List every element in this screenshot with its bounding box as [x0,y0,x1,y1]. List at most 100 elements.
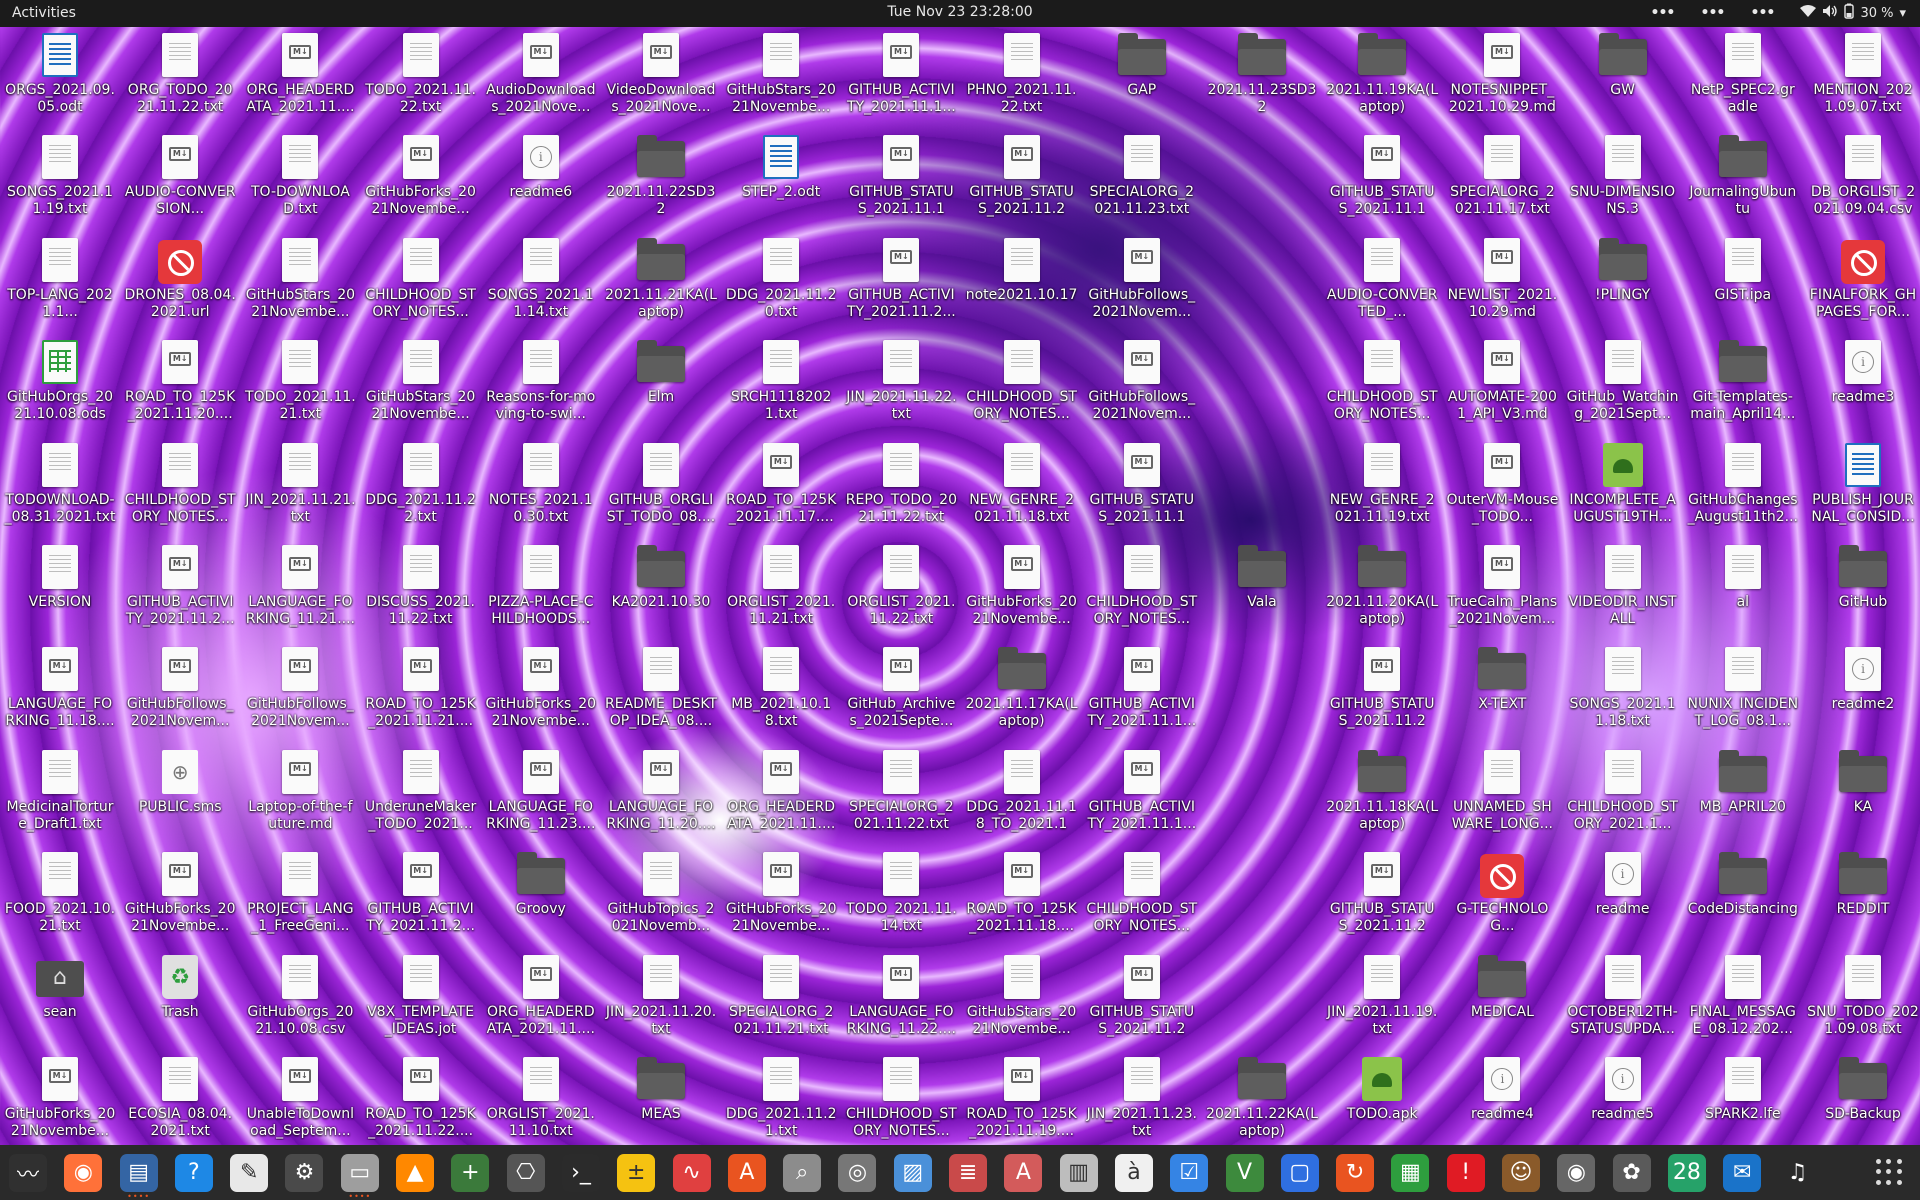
desktop-item[interactable]: M↓ UnableToDownload_Septem... [242,1051,358,1151]
desktop-item[interactable]: M↓ NOTESNIPPET_2021.10.29.md [1444,27,1560,127]
desktop-item[interactable]: M↓ ROAD_TO_125K_2021.11.21.... [363,641,479,741]
desktop-item[interactable]: CHILDHOOD_STORY_NOTES... [1084,846,1200,946]
desktop-item[interactable]: NOTES_2021.10.30.txt [483,437,599,537]
dock-app[interactable]: ≣ [946,1151,990,1195]
desktop-item[interactable]: ORGLIST_2021.11.22.txt [843,539,959,639]
desktop-item[interactable]: ECOSIA_08.04.2021.txt [122,1051,238,1151]
desktop-item[interactable]: GitHubStars_2021Novembe... [723,27,839,127]
desktop-item[interactable]: M↓ GitHubForks_2021Novembe... [723,846,839,946]
desktop-item[interactable]: M↓ GITHUB_STATUS_2021.11.21.... [1324,846,1440,946]
desktop-item[interactable]: readme [1565,846,1681,946]
desktop-item[interactable]: DISCUSS_2021.11.22.txt [363,539,479,639]
desktop-item[interactable]: M↓ GITHUB_ACTIVITY_2021.11.1... [1084,744,1200,844]
desktop-item[interactable]: SONGS_2021.11.19.txt [2,129,118,229]
desktop-item[interactable]: M↓ ORG_HEADERDATA_2021.11.... [483,949,599,1049]
dock-app[interactable]: A [1001,1151,1045,1195]
desktop-item[interactable]: X-TEXT [1444,641,1560,741]
dock-app[interactable]: ▭ •••• [338,1151,382,1200]
desktop-item[interactable]: M↓ Laptop-of-the-future.md [242,744,358,844]
desktop-item[interactable]: DDG_2021.11.20.txt [723,232,839,332]
desktop-item[interactable]: M↓ TrueCalm_Plans_2021Novem... [1444,539,1560,639]
dock-app[interactable]: ↻ [1333,1151,1377,1195]
desktop-item[interactable]: ORGLIST_2021.11.21.txt [723,539,839,639]
dock-app[interactable]: ◎ [835,1151,879,1195]
desktop-item[interactable]: JournalingUbuntu [1685,129,1801,229]
desktop-item[interactable]: ORGLIST_2021.11.10.txt [483,1051,599,1151]
desktop-item[interactable]: al [1685,539,1801,639]
desktop-item[interactable]: M↓ GitHubForks_2021Novembe... [2,1051,118,1151]
desktop-item[interactable]: readme2 [1805,641,1920,741]
dock-app[interactable]: ♫ [1776,1151,1820,1195]
desktop-item[interactable]: UNNAMED_SHWARE_LONG... [1444,744,1560,844]
desktop-item[interactable]: GitHubChanges_August11th2... [1685,437,1801,537]
overflow-dots-icon[interactable]: ••• [1700,5,1726,21]
dock-app[interactable]: ▲ [393,1151,437,1195]
desktop-item[interactable]: JIN_2021.11.21.txt [242,437,358,537]
desktop-item[interactable]: M↓ GitHubForks_2021Novembe... [483,641,599,741]
desktop-item[interactable]: TODO_2021.11.22.txt [363,27,479,127]
dock-app[interactable]: ✿ [1610,1151,1654,1195]
desktop-item[interactable]: REDDIT [1805,846,1920,946]
show-apps-icon[interactable] [1870,1153,1908,1191]
desktop-item[interactable]: AUDIO-CONVERTED_... [1324,232,1440,332]
desktop-item[interactable]: GitHubOrgs_2021.10.08.ods [2,334,118,434]
desktop-item[interactable]: Groovy [483,846,599,946]
desktop-item[interactable]: SONGS_2021.11.18.txt [1565,641,1681,741]
dock-app[interactable]: ▦ [1388,1151,1432,1195]
desktop-item[interactable]: 2021.11.17KA(Laptop) [964,641,1080,741]
desktop-item[interactable]: KA2021.10.30 [603,539,719,639]
desktop-item[interactable]: 2021.11.21KA(Laptop) [603,232,719,332]
desktop-item[interactable]: CHILDHOOD_STORY_NOTES... [964,334,1080,434]
overflow-dots-icon[interactable]: ••• [1650,5,1676,21]
desktop-item[interactable]: GIST.ipa [1685,232,1801,332]
desktop-item[interactable]: MedicinalTorture_Draft1.txt [2,744,118,844]
desktop-item[interactable]: 2021.11.22SD32 [603,129,719,229]
desktop-item[interactable]: note2021.10.17 [964,232,1080,332]
desktop-item[interactable]: MENTION_2021.09.07.txt [1805,27,1920,127]
desktop-item[interactable]: M↓ GitHubForks_2021Novembe... [122,846,238,946]
dock-app[interactable]: ⚙ [282,1151,326,1195]
desktop-item[interactable]: 2021.11.20KA(Laptop) [1324,539,1440,639]
desktop-item[interactable]: M↓ ORG_HEADERDATA_2021.11.... [723,744,839,844]
desktop-item[interactable]: TOP-LANG_2021.1... [2,232,118,332]
clock[interactable]: Tue Nov 23 23:28:00 [887,4,1032,20]
desktop-item[interactable]: README_DESKTOP_IDEA_08.... [603,641,719,741]
desktop-item[interactable]: M↓ LANGUAGE_FORKING_11.22.... [843,949,959,1049]
desktop-item[interactable]: CHILDHOOD_STORY_NOTES... [843,1051,959,1151]
desktop-item[interactable]: SRCH11182021.txt [723,334,839,434]
desktop-item[interactable]: 2021.11.23SD32 [1204,27,1320,127]
desktop-item[interactable]: TODO_2021.11.14.txt [843,846,959,946]
dock-app[interactable]: ✉ [1720,1151,1764,1195]
dock-app[interactable]: + [448,1151,492,1195]
desktop-item[interactable]: SD-Backup [1805,1051,1920,1151]
desktop-item[interactable]: FINAL_MESSAGE_08.12.202... [1685,949,1801,1049]
dock-app[interactable]: ± [614,1151,658,1195]
desktop-item[interactable]: SPECIALORG_2021.11.21.txt [723,949,839,1049]
desktop-item[interactable]: M↓ AUDIO-CONVERSION... [122,129,238,229]
desktop-item[interactable]: M↓ GITHUB_STATUS_2021.11.18.... [1324,129,1440,229]
desktop-item[interactable]: M↓ GITHUB_ACTIVITY_2021.11.2... [122,539,238,639]
desktop-item[interactable]: PUBLISH_JOURNAL_CONSID... [1805,437,1920,537]
dock-app[interactable]: ✎ [227,1151,271,1195]
desktop-item[interactable]: MEAS [603,1051,719,1151]
desktop-item[interactable]: PIZZA-PLACE-CHILDHOODS... [483,539,599,639]
desktop-item[interactable]: M↓ OuterVM-Mouse_TODO... [1444,437,1560,537]
desktop-item[interactable]: TO-DOWNLOAD.txt [242,129,358,229]
desktop-item[interactable]: !PLINGY [1565,232,1681,332]
dock-app[interactable]: ☑ [1167,1151,1211,1195]
desktop-item[interactable]: UnderuneMaker_TODO_2021... [363,744,479,844]
dock-app[interactable]: ▨ [891,1151,935,1195]
desktop-item[interactable]: readme6 [483,129,599,229]
desktop-item[interactable]: GitHub_Watching_2021Sept... [1565,334,1681,434]
desktop-item[interactable]: CHILDHOOD_STORY_NOTES... [122,437,238,537]
desktop-item[interactable]: M↓ ROAD_TO_125K_2021.11.22.... [363,1051,479,1151]
desktop-item[interactable]: SNU_TODO_2021.09.08.txt [1805,949,1920,1049]
dock-app[interactable]: ☺ [1499,1151,1543,1195]
desktop-item[interactable]: VERSION [2,539,118,639]
desktop-item[interactable]: GitHub [1805,539,1920,639]
desktop-item[interactable]: FINALFORK_GHPAGES_FOR... [1805,232,1920,332]
desktop-item[interactable]: GitHubStars_2021Novembe... [964,949,1080,1049]
desktop-item[interactable]: REPO_TODO_2021.11.22.txt [843,437,959,537]
desktop-item[interactable]: MB_2021.10.18.txt [723,641,839,741]
desktop-item[interactable]: M↓ GitHubForks_2021Novembe... [363,129,479,229]
